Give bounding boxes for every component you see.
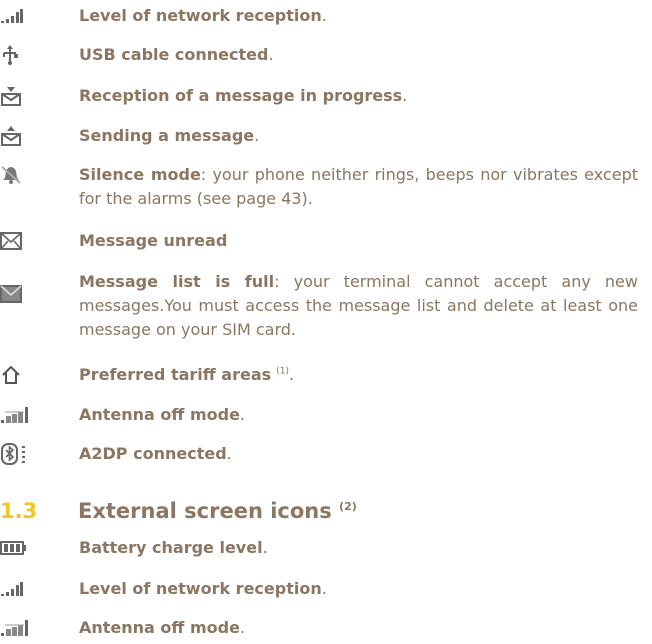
item-text: Battery charge level.: [79, 538, 268, 557]
antenna-off-icon: [0, 403, 34, 427]
section-number: 1.3: [0, 499, 38, 523]
battery-icon: [0, 536, 34, 560]
bluetooth-a2dp-icon: [0, 442, 34, 466]
item-text: Message unread: [79, 231, 228, 250]
section-title: External screen icons (2): [78, 499, 357, 523]
antenna-off-icon: [0, 616, 34, 640]
item-text: Reception of a message in progress.: [79, 86, 408, 105]
item-text: Antenna off mode.: [79, 618, 246, 637]
envelope-unread-icon: [0, 229, 34, 253]
message-receiving-icon: [0, 84, 34, 108]
footnote-ref: (2): [339, 500, 357, 513]
item-text: Antenna off mode.: [79, 405, 246, 424]
message-sending-icon: [0, 124, 34, 148]
item-text: Silence mode: your phone neither rings, …: [79, 165, 638, 208]
item-text: Level of network reception.: [79, 579, 327, 598]
item-text: Preferred tariff areas (1).: [79, 365, 295, 384]
item-text: Level of network reception.: [79, 6, 327, 25]
item-text: A2DP connected.: [79, 444, 232, 463]
item-text: Message list is full: your terminal cann…: [79, 272, 638, 339]
signal-bars-icon: [0, 4, 34, 28]
section-heading: 1.3 External screen icons (2): [0, 496, 652, 526]
footnote-ref: (1): [276, 366, 289, 377]
usb-icon: [0, 43, 34, 67]
silence-mode-icon: [0, 163, 34, 187]
item-text: Sending a message.: [79, 126, 260, 145]
envelope-full-icon: [0, 282, 34, 306]
signal-bars-icon: [0, 577, 34, 601]
item-text: USB cable connected.: [79, 45, 274, 64]
home-tariff-icon: [0, 363, 34, 387]
